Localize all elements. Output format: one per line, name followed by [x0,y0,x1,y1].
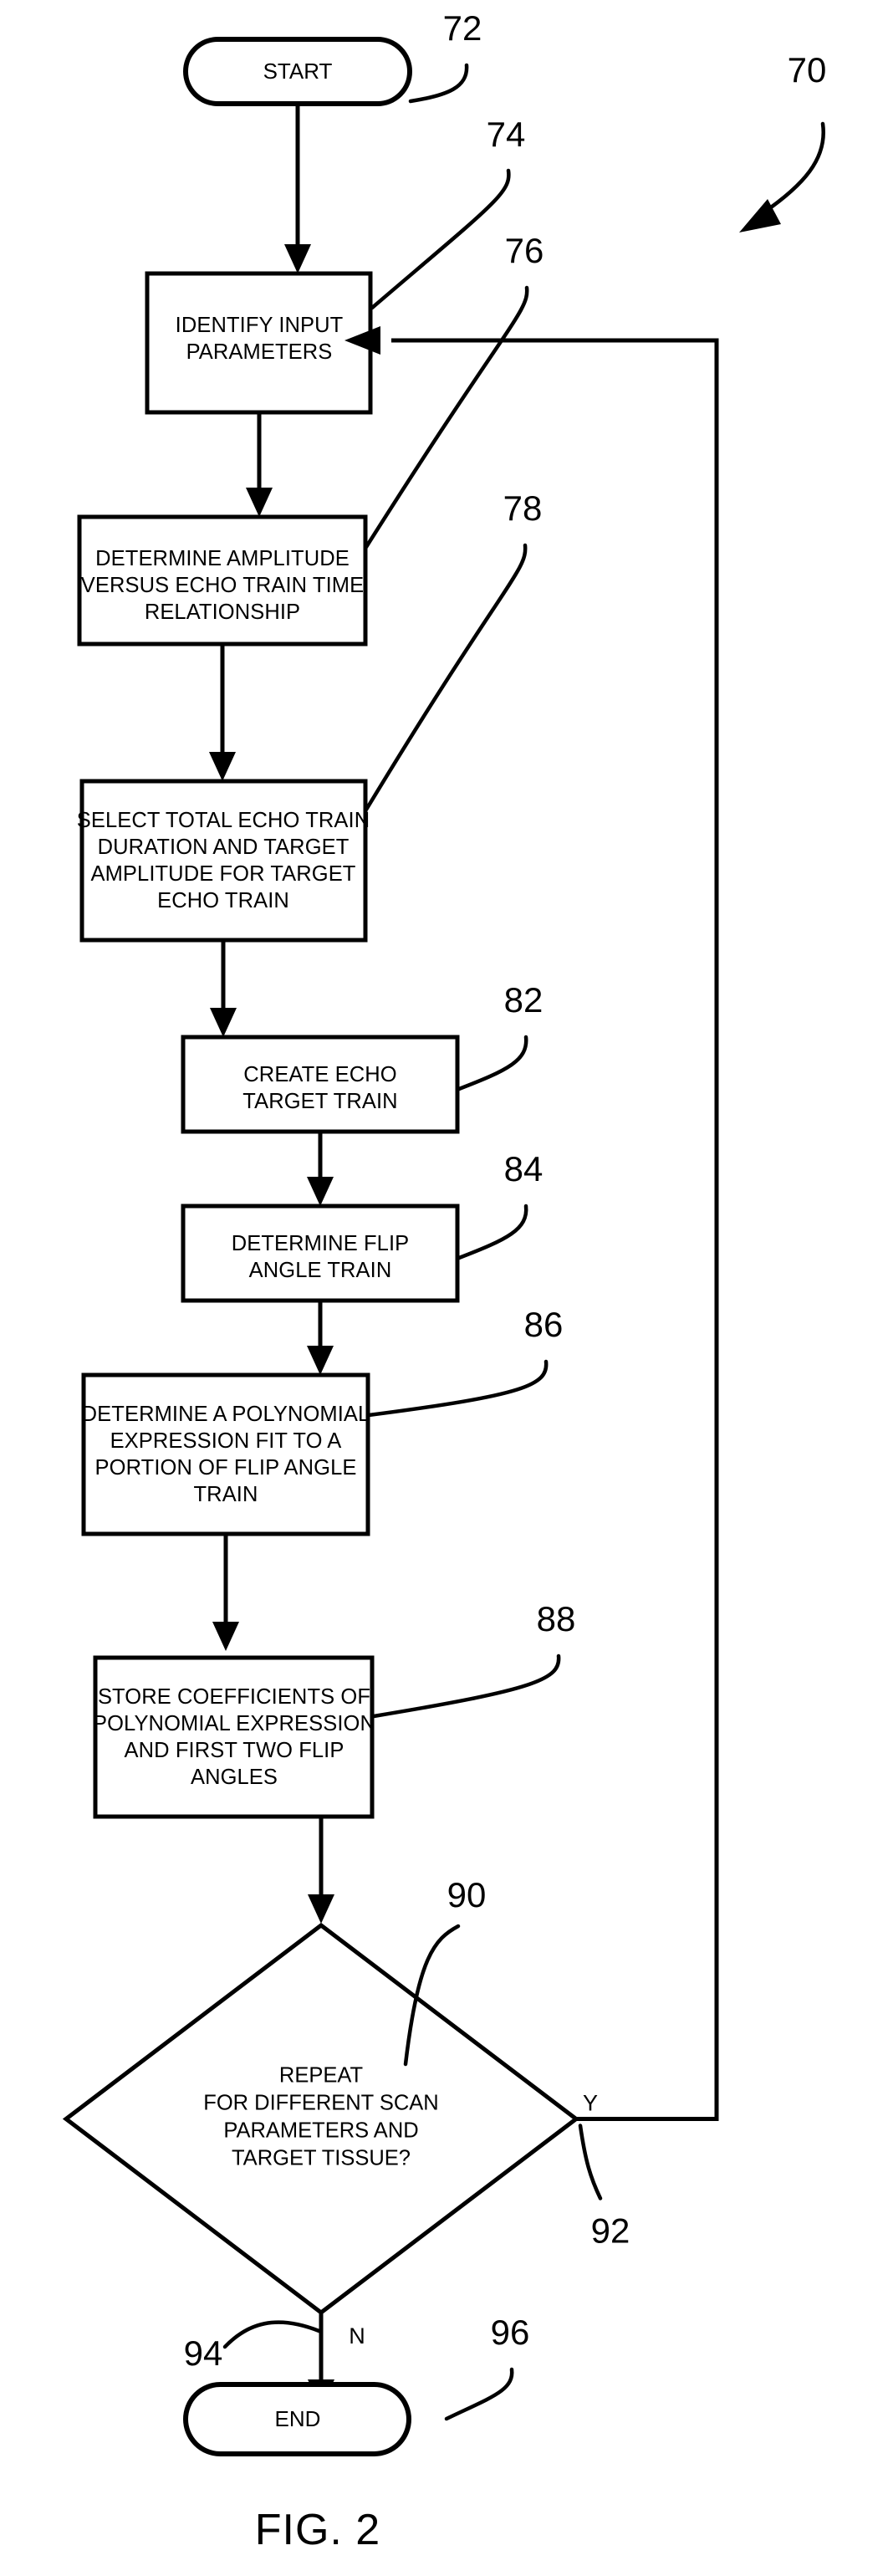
store-coefficients-line-3: AND FIRST TWO FLIP [125,1739,344,1762]
connector-84-to-86 [307,1301,334,1375]
ref-number-82: 82 [504,980,544,1020]
node-determine-amplitude-relationship[interactable]: DETERMINE AMPLITUDE VERSUS ECHO TRAIN TI… [77,514,368,647]
no-branch-label: N [349,2323,365,2349]
ref-number-86: 86 [524,1305,564,1344]
ref-number-72: 72 [443,8,482,48]
arrowhead [307,1346,334,1375]
determine-polynomial-fit-line-4: TRAIN [194,1483,258,1506]
determine-amplitude-line-2: VERSUS ECHO TRAIN TIME [81,574,364,597]
identify-input-parameters-line-2: PARAMETERS [186,340,333,364]
patent-figure: 70 START 72 IDENTIFY INPUT PARAMETERS 74 [0,0,888,2576]
leader-line-82 [457,1035,528,1091]
repeat-decision-line-2: FOR DIFFERENT SCAN [203,2092,438,2115]
ref-number-96: 96 [491,2313,530,2352]
callout-82: 82 [457,980,544,1091]
node-identify-input-parameters[interactable]: IDENTIFY INPUT PARAMETERS [145,271,373,415]
determine-flip-angle-train-line-2: ANGLE TRAIN [249,1259,392,1282]
arrowhead [212,1622,239,1651]
leader-line-78 [364,543,528,812]
end-label: END [275,2406,321,2431]
callout-78: 78 [364,488,543,812]
connector-74-to-76 [246,412,273,517]
figure-caption: FIG. 2 [255,2506,380,2554]
node-determine-polynomial-fit[interactable]: DETERMINE A POLYNOMIAL EXPRESSION FIT TO… [81,1372,370,1536]
arrowhead [308,1894,334,1924]
leader-line-84 [457,1204,528,1260]
ref-number-70: 70 [788,50,827,89]
select-total-echo-train-line-2: DURATION AND TARGET [98,836,350,859]
node-select-total-echo-train[interactable]: SELECT TOTAL ECHO TRAIN DURATION AND TAR… [77,779,370,943]
ref-number-84: 84 [504,1149,544,1188]
arrowhead [284,244,311,273]
callout-96: 96 [444,2313,530,2421]
connector-88-to-90 [308,1817,334,1924]
arrowhead [209,752,236,781]
ref-number-78: 78 [503,488,543,528]
node-create-echo-target-train[interactable]: CREATE ECHO TARGET TRAIN [181,1035,460,1134]
callout-84: 84 [457,1149,544,1260]
create-echo-target-train-line-1: CREATE ECHO [243,1063,396,1086]
leader-line-86 [366,1359,549,1418]
identify-input-parameters-line-1: IDENTIFY INPUT [176,314,344,337]
determine-polynomial-fit-line-3: PORTION OF FLIP ANGLE [95,1456,357,1480]
flowchart-diagram: 70 START 72 IDENTIFY INPUT PARAMETERS 74 [62,8,826,2554]
store-coefficients-line-4: ANGLES [191,1766,278,1789]
node-determine-flip-angle-train[interactable]: DETERMINE FLIP ANGLE TRAIN [181,1204,460,1303]
connector-82-to-84 [307,1132,334,1206]
store-coefficients-line-1: STORE COEFFICIENTS OF [98,1685,370,1709]
connector-86-to-88 [212,1534,239,1651]
arrowhead [307,1177,334,1206]
connector-78-to-82 [210,940,237,1037]
callout-74: 74 [370,115,526,310]
leader-line-94 [222,2320,324,2349]
determine-polynomial-fit-line-1: DETERMINE A POLYNOMIAL [82,1403,370,1426]
determine-polynomial-fit-line-2: EXPRESSION FIT TO A [110,1429,342,1453]
ref-number-94: 94 [184,2333,223,2373]
create-echo-target-train-line-2: TARGET TRAIN [242,1090,397,1113]
store-coefficients-line-2: POLYNOMIAL EXPRESSION [93,1712,375,1735]
repeat-decision-line-1: REPEAT [279,2064,363,2088]
select-total-echo-train-line-1: SELECT TOTAL ECHO TRAIN [77,809,370,832]
ref-number-74: 74 [487,115,526,154]
ref-number-76: 76 [505,231,544,270]
callout-86: 86 [366,1305,564,1418]
connector-76-to-78 [209,644,236,781]
determine-polynomial-fit-box [81,1372,370,1536]
yes-branch-label: Y [583,2091,598,2116]
select-total-echo-train-box [79,779,368,943]
start-label: START [263,59,333,84]
arrowhead [246,488,273,517]
node-end[interactable]: END [183,2382,411,2456]
determine-amplitude-line-3: RELATIONSHIP [145,601,300,624]
leader-line-92 [578,2124,603,2200]
callout-88: 88 [371,1599,576,1719]
no-branch: N 94 [184,2313,365,2373]
determine-amplitude-line-1: DETERMINE AMPLITUDE [95,547,350,570]
ref-number-92: 92 [591,2211,630,2251]
leader-line-70 [760,121,826,216]
leader-line-72 [408,63,469,104]
repeat-decision-line-4: TARGET TISSUE? [232,2147,411,2170]
node-start[interactable]: START [183,37,412,106]
arrowhead [210,1008,237,1037]
repeat-decision-line-3: PARAMETERS AND [223,2119,418,2143]
store-coefficients-box [93,1655,375,1819]
connector-start-to-74 [284,104,311,273]
diagram-reference-70: 70 [739,50,826,233]
node-store-coefficients[interactable]: STORE COEFFICIENTS OF POLYNOMIAL EXPRESS… [93,1655,375,1819]
determine-flip-angle-train-line-1: DETERMINE FLIP [232,1232,410,1255]
node-repeat-decision[interactable]: REPEAT FOR DIFFERENT SCAN PARAMETERS AND… [62,1922,580,2316]
ref-number-90: 90 [447,1875,487,1914]
leader-line-74 [370,168,511,310]
leader-line-88 [371,1653,561,1719]
leader-line-96 [444,2367,514,2421]
select-total-echo-train-line-4: ECHO TRAIN [157,889,289,912]
select-total-echo-train-line-3: AMPLITUDE FOR TARGET [90,862,355,886]
ref-number-88: 88 [537,1599,576,1638]
callout-72: 72 [408,8,482,104]
